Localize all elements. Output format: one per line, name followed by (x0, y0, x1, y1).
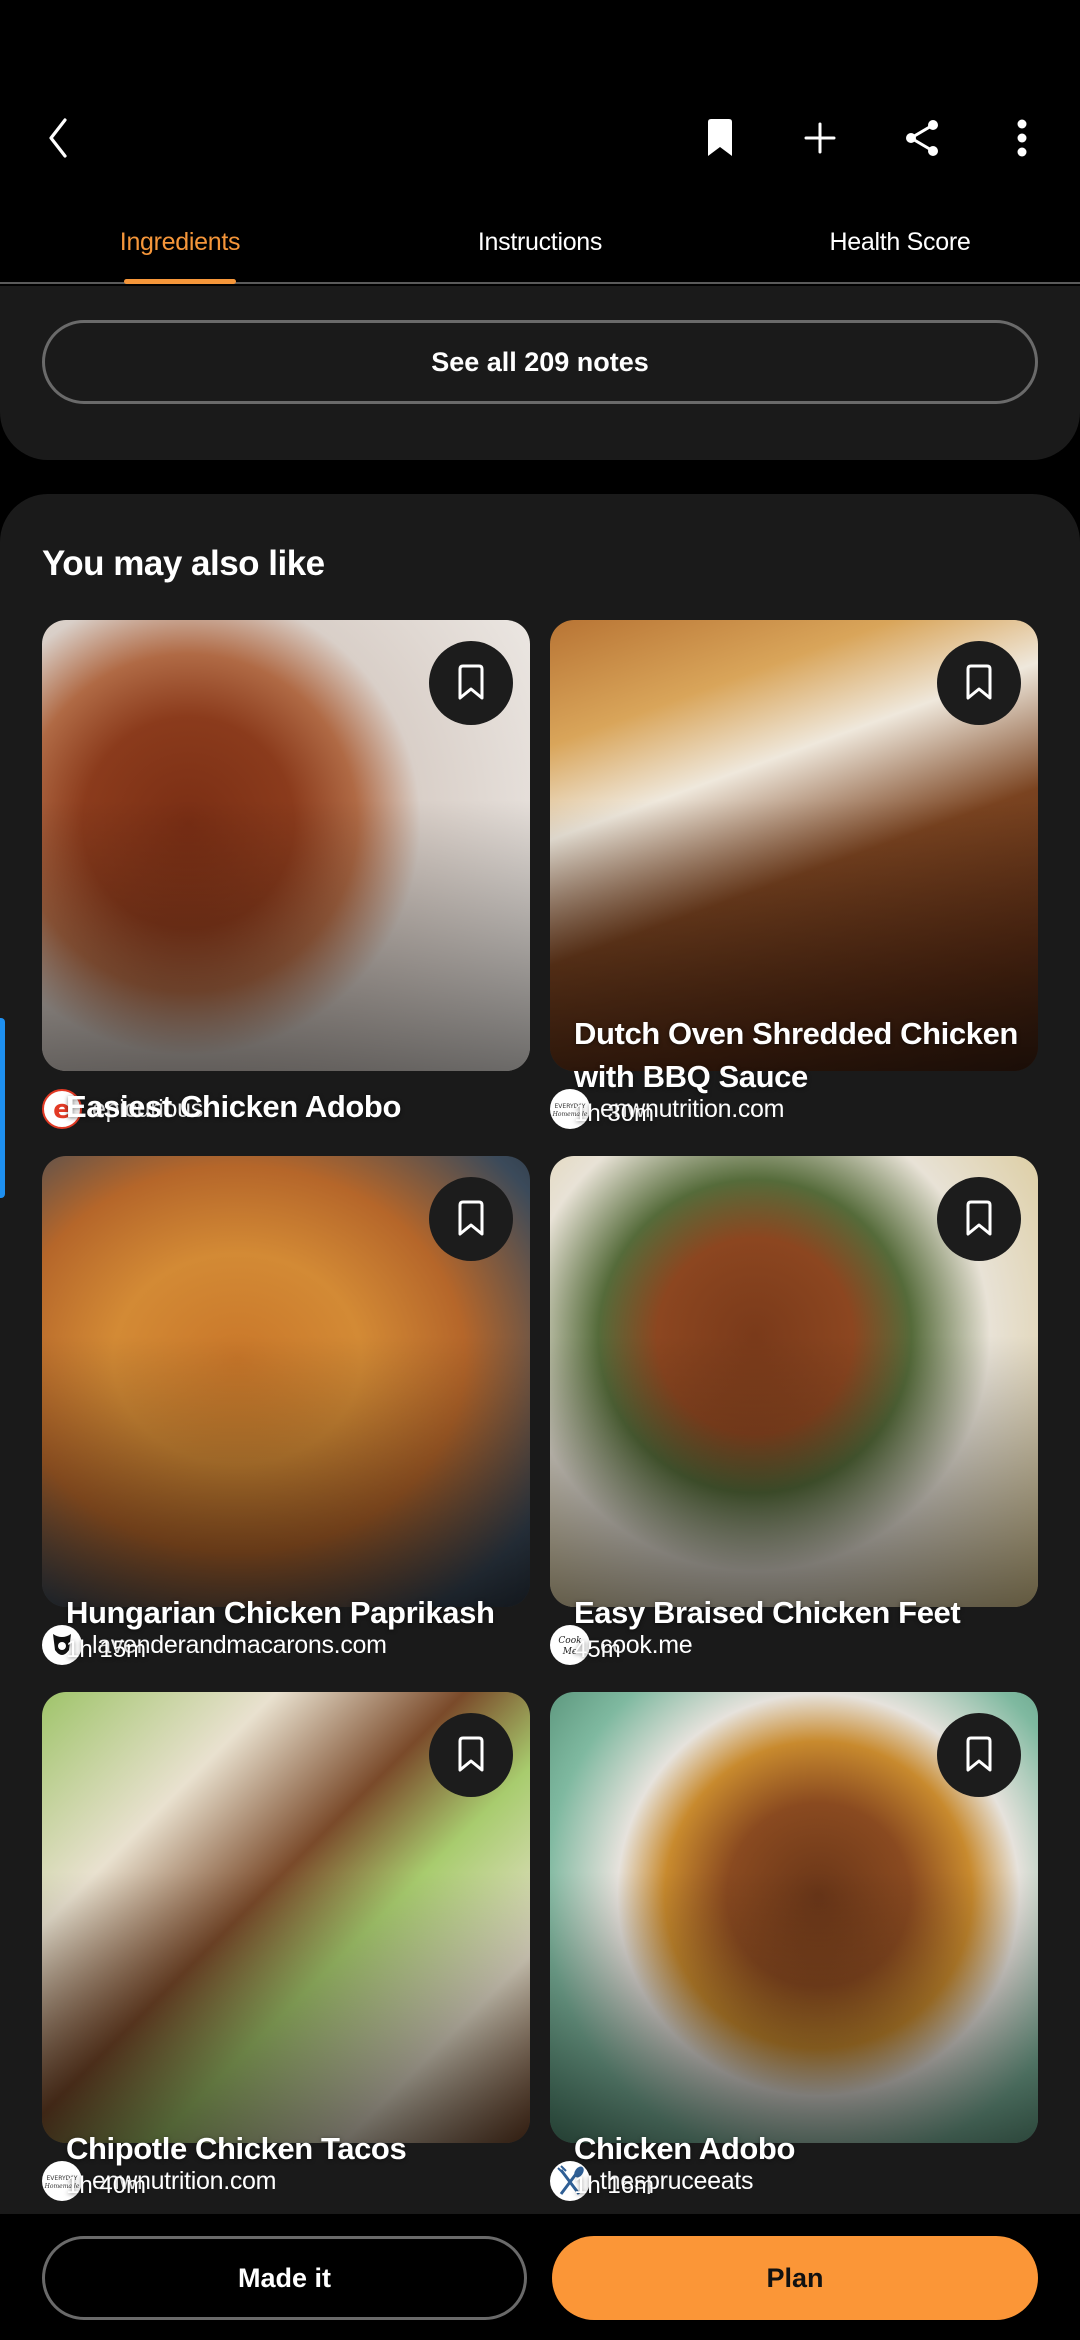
recipe-title: Chipotle Chicken Tacos (66, 2131, 407, 2166)
more-options-button[interactable] (992, 108, 1052, 168)
recipe-title: Dutch Oven Shredded Chicken with BBQ Sau… (574, 1016, 1018, 1094)
save-recipe-button[interactable] (937, 1177, 1021, 1261)
recipe-title: Easy Braised Chicken Feet (574, 1595, 961, 1630)
scroll-indicator[interactable] (0, 1018, 5, 1198)
recipe-card[interactable]: Easy Braised Chicken Feet 45m Cook Me coo… (550, 1156, 1038, 1692)
recipe-time: 1h 15m (66, 1636, 147, 1663)
more-vertical-icon (1017, 119, 1027, 157)
recipe-time: 1h 30m (574, 1100, 655, 1127)
share-button[interactable] (892, 108, 952, 168)
recipe-title: Easiest Chicken Adobo (66, 1089, 401, 1124)
save-recipe-button[interactable] (429, 1713, 513, 1797)
recipe-card[interactable]: Easiest Chicken Adobo e epicurious (42, 620, 530, 1156)
bookmark-outline-icon (458, 1200, 484, 1236)
recipe-card[interactable]: Chipotle Chicken Tacos 1h 40m EVERYDAY Ho… (42, 1692, 530, 2228)
back-button[interactable] (28, 108, 88, 168)
share-icon (906, 120, 938, 156)
save-recipe-button[interactable] (937, 1713, 1021, 1797)
tab-health-score[interactable]: Health Score (720, 200, 1080, 282)
top-app-bar (0, 0, 1080, 200)
recommendations-section: You may also like Easiest Chicken Adobo … (0, 494, 1080, 2214)
recipe-overlay: Hungarian Chicken Paprikash 1h 15m (66, 1591, 510, 1664)
recipe-overlay: Chipotle Chicken Tacos 1h 40m (66, 2127, 510, 2200)
tab-instructions[interactable]: Instructions (360, 200, 720, 282)
section-title: You may also like (42, 544, 325, 583)
save-recipe-button[interactable] (429, 1177, 513, 1261)
recipe-time: 45m (574, 1636, 621, 1663)
bookmark-outline-icon (966, 1736, 992, 1772)
recipe-title: Chicken Adobo (574, 2131, 795, 2166)
recipe-card[interactable]: Hungarian Chicken Paprikash 1h 15m laven… (42, 1156, 530, 1692)
made-it-button[interactable]: Made it (42, 2236, 527, 2320)
see-all-notes-button[interactable]: See all 209 notes (42, 320, 1038, 404)
recipe-card[interactable]: Chicken Adobo 1h 16m thespruceeats (550, 1692, 1038, 2228)
bottom-action-bar: Made it Plan (0, 2214, 1080, 2340)
bookmark-filled-icon (708, 119, 732, 156)
plus-icon (804, 122, 836, 154)
recipe-tabs: Ingredients Instructions Health Score (0, 200, 1080, 284)
plan-button[interactable]: Plan (552, 2236, 1038, 2320)
recipe-overlay: Easiest Chicken Adobo (66, 1085, 510, 1128)
add-button[interactable] (790, 108, 850, 168)
recipe-overlay: Easy Braised Chicken Feet 45m (574, 1591, 1018, 1664)
recipe-overlay: Chicken Adobo 1h 16m (574, 2127, 1018, 2200)
save-recipe-button[interactable] (937, 641, 1021, 725)
bookmark-outline-icon (458, 1736, 484, 1772)
bookmark-button[interactable] (690, 108, 750, 168)
recipe-time: 1h 40m (66, 2172, 147, 2199)
recipe-title: Hungarian Chicken Paprikash (66, 1595, 495, 1630)
recipe-overlay: Dutch Oven Shredded Chicken with BBQ Sau… (574, 1012, 1018, 1128)
save-recipe-button[interactable] (429, 641, 513, 725)
bookmark-outline-icon (458, 664, 484, 700)
recipe-time: 1h 16m (574, 2172, 655, 2199)
bookmark-outline-icon (966, 664, 992, 700)
chevron-left-icon (49, 118, 67, 158)
recipe-card[interactable]: Dutch Oven Shredded Chicken with BBQ Sau… (550, 620, 1038, 1156)
tab-ingredients[interactable]: Ingredients (0, 200, 360, 282)
bookmark-outline-icon (966, 1200, 992, 1236)
notes-section: See all 209 notes (0, 286, 1080, 460)
